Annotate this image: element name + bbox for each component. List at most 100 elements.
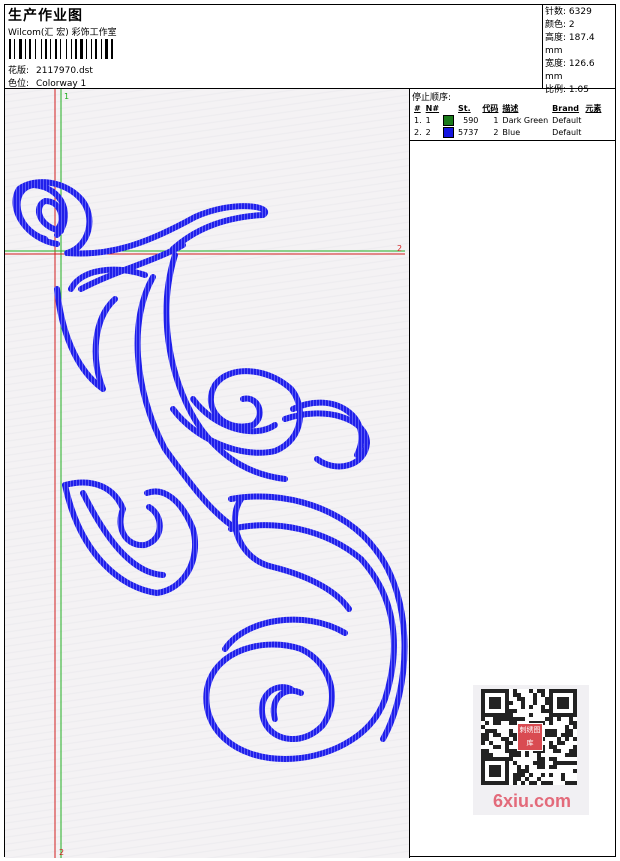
qr-module bbox=[481, 705, 485, 709]
qr-module bbox=[573, 737, 577, 741]
qr-module bbox=[521, 769, 525, 773]
qr-module bbox=[501, 717, 505, 721]
barcode-bar bbox=[86, 39, 87, 59]
qr-module bbox=[545, 717, 549, 721]
qr-module bbox=[497, 717, 501, 721]
qr-module bbox=[489, 781, 493, 785]
qr-module bbox=[505, 761, 509, 765]
design-stats: 针数: 6329 颜色: 2 高度: 187.4 mm 宽度: 126.6 mm… bbox=[543, 5, 615, 95]
barcode-bar bbox=[60, 39, 61, 59]
qr-module bbox=[561, 777, 565, 781]
row-needle: 2 bbox=[425, 127, 431, 137]
qr-module bbox=[489, 705, 493, 709]
qr-module bbox=[541, 709, 545, 713]
stop-sequence-panel: 停止顺序: # N# St. 代码 描述 Brand 元素 1. 1 590 1… bbox=[410, 89, 615, 141]
qr-module bbox=[565, 737, 569, 741]
qr-module bbox=[557, 697, 561, 701]
col-color bbox=[441, 102, 456, 114]
qr-module bbox=[513, 773, 517, 777]
row-stitches: 5737 bbox=[458, 127, 479, 137]
qr-module bbox=[481, 761, 485, 765]
qr-module bbox=[505, 737, 509, 741]
qr-module bbox=[485, 757, 489, 761]
qr-module bbox=[573, 749, 577, 753]
qr-module bbox=[509, 741, 513, 745]
design-file-row: 花版: 2117970.dst bbox=[8, 63, 93, 76]
qr-stamp: 刺绣图库 bbox=[517, 723, 543, 751]
qr-module bbox=[549, 781, 553, 785]
row-color bbox=[441, 114, 456, 126]
qr-module bbox=[509, 709, 513, 713]
qr-module bbox=[573, 713, 577, 717]
qr-module bbox=[549, 701, 553, 705]
qr-module bbox=[517, 697, 521, 701]
color-swatch bbox=[443, 126, 455, 138]
marker-bottom: 2 bbox=[59, 848, 64, 857]
qr-module bbox=[497, 701, 501, 705]
qr-module bbox=[513, 761, 517, 765]
qr-module bbox=[501, 689, 505, 693]
qr-module bbox=[481, 769, 485, 773]
qr-module bbox=[485, 781, 489, 785]
qr-module bbox=[493, 713, 497, 717]
qr-module bbox=[549, 729, 553, 733]
qr-module bbox=[505, 765, 509, 769]
stitch-count: 针数: 6329 bbox=[545, 7, 592, 17]
qr-module bbox=[489, 773, 493, 777]
row-code: 1 bbox=[493, 115, 499, 125]
qr-module bbox=[517, 717, 521, 721]
qr-module bbox=[485, 749, 489, 753]
col-brand: Brand bbox=[552, 103, 580, 113]
qr-module bbox=[569, 717, 573, 721]
qr-module bbox=[489, 697, 493, 701]
marker-right: 2 bbox=[397, 244, 402, 253]
qr-module bbox=[513, 709, 517, 713]
qr-module bbox=[509, 753, 513, 757]
row-brand: Default bbox=[552, 115, 582, 125]
qr-module bbox=[569, 689, 573, 693]
qr-module bbox=[497, 697, 501, 701]
row-description: Dark Green bbox=[502, 115, 549, 125]
qr-module bbox=[553, 749, 557, 753]
qr-module bbox=[493, 769, 497, 773]
qr-module bbox=[549, 721, 553, 725]
qr-module bbox=[541, 761, 545, 765]
studio-name: Wilcom(汇 宏) 彩饰工作室 bbox=[8, 28, 117, 38]
row-brand: Default bbox=[552, 127, 582, 137]
qr-module bbox=[497, 713, 501, 717]
qr-module bbox=[489, 689, 493, 693]
qr-module bbox=[493, 701, 497, 705]
qr-module bbox=[541, 689, 545, 693]
qr-module bbox=[517, 777, 521, 781]
qr-module bbox=[505, 781, 509, 785]
qr-module bbox=[529, 689, 533, 693]
qr-module bbox=[573, 725, 577, 729]
qr-module bbox=[561, 773, 565, 777]
qr-module bbox=[505, 709, 509, 713]
qr-module bbox=[485, 753, 489, 757]
qr-module bbox=[557, 705, 561, 709]
qr-module bbox=[533, 701, 537, 705]
qr-module bbox=[509, 717, 513, 721]
qr-module bbox=[481, 757, 485, 761]
qr-module bbox=[505, 693, 509, 697]
barcode-bar bbox=[9, 39, 11, 59]
qr-module bbox=[549, 773, 553, 777]
barcode-bar bbox=[91, 39, 92, 59]
barcode-bar bbox=[41, 39, 42, 59]
qr-module bbox=[493, 773, 497, 777]
qr-module bbox=[565, 729, 569, 733]
qr-module bbox=[509, 721, 513, 725]
qr-module bbox=[481, 725, 485, 729]
qr-module bbox=[565, 689, 569, 693]
qr-module bbox=[553, 761, 557, 765]
qr-module bbox=[525, 777, 529, 781]
qr-module bbox=[509, 757, 513, 761]
qr-module bbox=[489, 729, 493, 733]
qr-module bbox=[505, 757, 509, 761]
qr-module bbox=[545, 729, 549, 733]
qr-module bbox=[505, 777, 509, 781]
qr-module bbox=[545, 709, 549, 713]
barcode-bar bbox=[19, 39, 22, 59]
qr-module bbox=[573, 705, 577, 709]
